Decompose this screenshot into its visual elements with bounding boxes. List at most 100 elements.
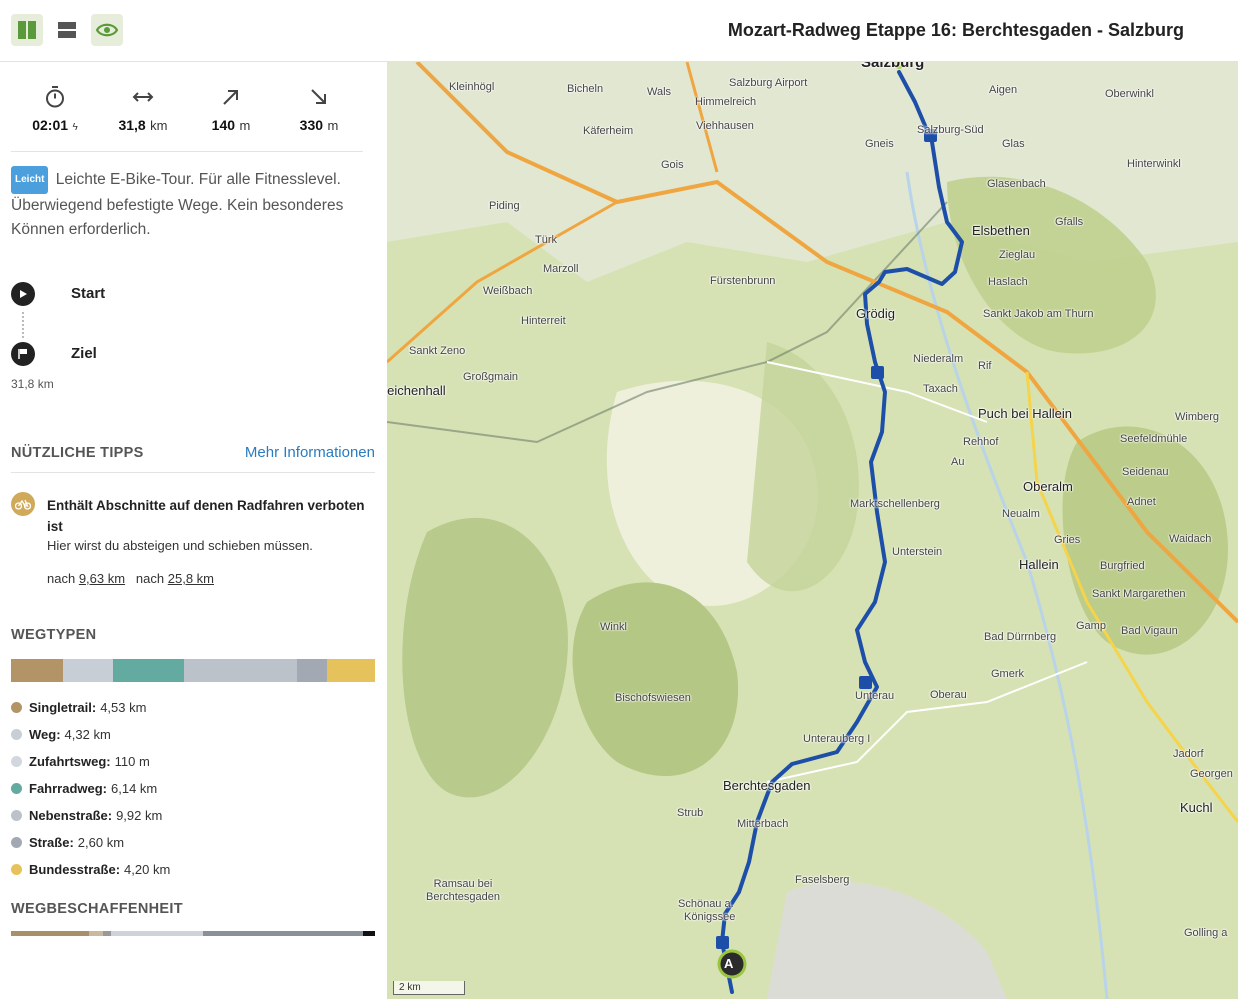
- split-view-button[interactable]: [11, 14, 43, 46]
- distance-arrows-icon: [132, 92, 154, 102]
- map-label: Gamp: [1076, 620, 1106, 632]
- legend-name: Straße:: [29, 835, 74, 850]
- tip-locations: nach 9,63 km nach 25,8 km: [47, 571, 214, 586]
- map-label: Salzburg Airport: [729, 77, 808, 89]
- waypoint-start-label[interactable]: Start: [71, 285, 105, 302]
- map-label: Rehhof: [963, 436, 999, 448]
- waypoint-end-label[interactable]: Ziel: [71, 345, 97, 362]
- route-map[interactable]: A Salzburg Kleinhögl Bicheln Wals Salzbu…: [387, 62, 1238, 999]
- map-label: Käferheim: [583, 125, 634, 137]
- stat-descent: 330 m: [275, 86, 363, 151]
- map-scale: 2 km: [393, 981, 465, 995]
- more-info-link[interactable]: Mehr Informationen: [245, 444, 375, 461]
- map-label: Neualm: [1002, 508, 1040, 520]
- bar-segment-singletrail: [11, 659, 63, 682]
- map-label: Großgmain: [463, 371, 519, 383]
- surface-segment: [89, 931, 103, 936]
- map-label: Gmerk: [991, 668, 1024, 680]
- map-label: Burgfried: [1100, 560, 1145, 572]
- stat-descent-unit: m: [327, 118, 339, 133]
- tour-description: Leicht Leichte E-Bike-Tour. Für alle Fit…: [11, 166, 375, 242]
- play-icon: [20, 290, 27, 298]
- surface-segment: [363, 931, 375, 936]
- map-label: Bischofswiesen: [615, 692, 691, 704]
- map-label: Elsbethen: [972, 223, 1030, 238]
- legend-value: 9,92 km: [116, 808, 163, 823]
- map-label: Wimberg: [1175, 411, 1220, 423]
- legend-name: Singletrail:: [29, 700, 97, 715]
- map-label: Winkl: [600, 621, 627, 633]
- legend-dot: [11, 864, 22, 875]
- legend-value: 4,32 km: [64, 727, 111, 742]
- legend-dot: [11, 810, 22, 821]
- route-start-marker[interactable]: A: [724, 956, 733, 971]
- map-label: Viehhausen: [696, 120, 754, 132]
- map-label: Strub: [677, 807, 704, 819]
- map-label: Salzburg: [861, 62, 925, 71]
- map-label: Fürstenbrunn: [710, 275, 776, 287]
- bolt-icon: ϟ: [72, 122, 78, 133]
- wegtypen-legend: Singletrail: 4,53 km Weg: 4,32 km Zufahrts…: [11, 694, 375, 883]
- map-label: Haslach: [988, 276, 1028, 288]
- legend-name: Fahrradweg:: [29, 781, 108, 796]
- stat-distance-value: 31,8: [118, 117, 146, 133]
- stat-ascent-unit: m: [239, 118, 251, 133]
- map-label: Bicheln: [567, 83, 604, 95]
- map-label: Hallein: [1019, 557, 1059, 572]
- description-text: Leichte E-Bike-Tour. Für alle Fitnesslev…: [11, 171, 344, 238]
- map-label: Seefeldmühle: [1120, 433, 1188, 445]
- bar-segment-strasse: [297, 659, 327, 682]
- map-label: Salzburg-Süd: [917, 124, 984, 136]
- bar-segment-bundesstrasse: [327, 659, 375, 682]
- surface-segment: [111, 931, 203, 936]
- map-label: Taxach: [923, 383, 958, 395]
- map-label: Golling a: [1184, 927, 1228, 939]
- map-view-button[interactable]: [91, 14, 123, 46]
- rows-icon: [58, 22, 76, 38]
- stat-distance-unit: km: [150, 118, 168, 133]
- map-label: Weißbach: [483, 285, 533, 297]
- map-label: Bad Dürrnberg: [984, 631, 1057, 643]
- waypoint-connector: [22, 312, 24, 338]
- legend-name: Zufahrtsweg:: [29, 754, 111, 769]
- map-label: Hinterwinkl: [1127, 158, 1181, 170]
- legend-dot: [11, 783, 22, 794]
- map-label: Waidach: [1169, 533, 1212, 545]
- surface-segment: [103, 931, 111, 936]
- stopwatch-icon: [46, 86, 64, 108]
- bicycle-prohibited-icon: [11, 492, 35, 516]
- map-label: Faselsberg: [795, 874, 850, 886]
- map-label: Ramsau bei Berchtesgaden: [426, 878, 500, 903]
- legend-value: 4,20 km: [124, 862, 171, 877]
- map-label: Gneis: [865, 138, 894, 150]
- legend-row: Fahrradweg: 6,14 km: [11, 775, 375, 802]
- map-label: Bad Vigaun: [1121, 625, 1178, 637]
- legend-row: Singletrail: 4,53 km: [11, 694, 375, 721]
- wegtypen-heading: WEGTYPEN: [11, 627, 97, 643]
- map-label: Türk: [535, 234, 557, 246]
- bicycle-icon: [15, 499, 31, 510]
- legend-dot: [11, 729, 22, 740]
- descent-arrow-icon: [311, 89, 326, 104]
- legend-row: Weg: 4,32 km: [11, 721, 375, 748]
- map-label: Berchtesgaden: [723, 778, 811, 793]
- map-label: Wals: [647, 86, 672, 98]
- tip-location-link-1[interactable]: 9,63 km: [79, 571, 125, 586]
- list-view-button[interactable]: [51, 14, 83, 46]
- eye-icon: [96, 23, 118, 37]
- split-view-icon: [18, 21, 36, 39]
- legend-row: Straße: 2,60 km: [11, 829, 375, 856]
- map-label: Grödig: [856, 306, 896, 321]
- map-label: Königssee: [684, 911, 736, 923]
- map-label: Unterau: [855, 690, 895, 702]
- legend-row: Zufahrtsweg: 110 m: [11, 748, 375, 775]
- surface-segment: [11, 931, 89, 936]
- legend-value: 2,60 km: [77, 835, 125, 850]
- legend-value: 4,53 km: [100, 700, 147, 715]
- tip-location-link-2[interactable]: 25,8 km: [168, 571, 214, 586]
- page-title: Mozart-Radweg Etappe 16: Berchtesgaden -…: [727, 20, 1184, 40]
- waypoints: Start Ziel 31,8 km: [11, 282, 375, 402]
- stat-distance: 31,8 km: [99, 86, 187, 151]
- wegbeschaffenheit-heading: WEGBESCHAFFENHEIT: [11, 901, 183, 917]
- map-label: Sankt Jakob am Thurn: [983, 308, 1094, 320]
